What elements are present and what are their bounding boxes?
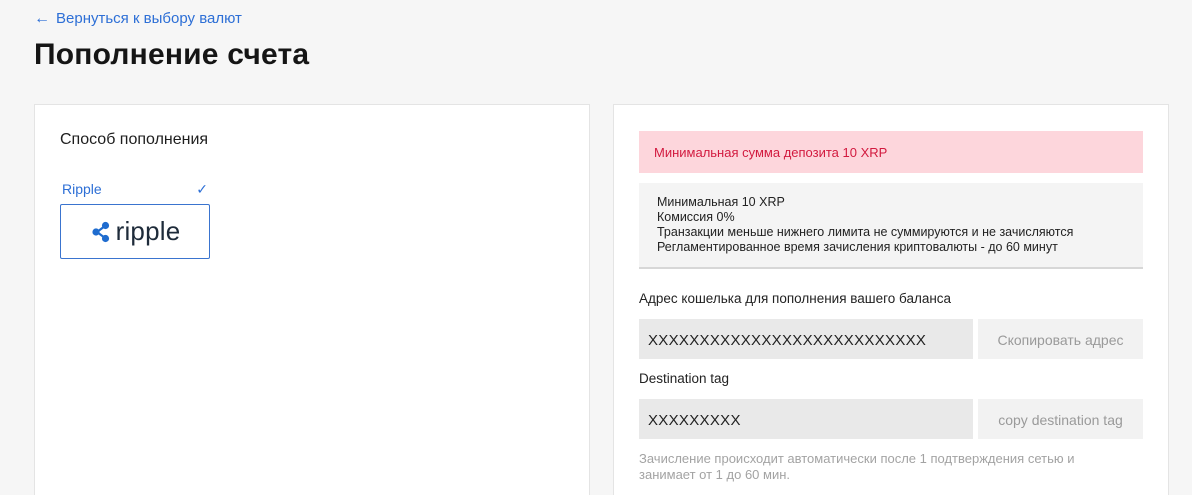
payment-method-card: Способ пополнения Ripple ✓ ripple	[34, 104, 590, 495]
minimum-deposit-alert: Минимальная сумма депозита 10 XRP	[639, 131, 1143, 173]
back-to-currencies-link[interactable]: ← Вернуться к выбору валют	[34, 10, 242, 27]
check-icon: ✓	[196, 180, 208, 197]
payment-method-title: Способ пополнения	[60, 131, 209, 148]
page-title: Пополнение счета	[34, 38, 310, 71]
info-line-time: Регламентированное время зачисления крип…	[657, 240, 1058, 254]
ripple-logo-icon	[91, 221, 109, 242]
method-option-label: Ripple	[62, 181, 102, 197]
copy-address-button[interactable]: Скопировать адрес	[978, 319, 1143, 359]
info-line-minimum: Минимальная 10 XRP	[657, 195, 785, 209]
deposit-details-card: Минимальная сумма депозита 10 XRP Минима…	[613, 104, 1169, 495]
wallet-address-value[interactable]: XXXXXXXXXXXXXXXXXXXXXXXXXXX	[639, 319, 973, 359]
payment-method-ripple[interactable]: Ripple ✓ ripple	[60, 179, 210, 259]
ripple-logo-text: ripple	[115, 216, 181, 246]
info-line-limit: Транзакции меньше нижнего лимита не сумм…	[657, 225, 1074, 239]
confirmation-note: Зачисление происходит автоматически посл…	[639, 451, 1075, 482]
copy-destination-tag-button[interactable]: copy destination tag	[978, 399, 1143, 439]
destination-tag-value[interactable]: XXXXXXXXX	[639, 399, 973, 439]
wallet-address-label: Адрес кошелька для пополнения вашего бал…	[639, 291, 952, 306]
destination-tag-label: Destination tag	[639, 371, 730, 386]
ripple-logo-button[interactable]: ripple	[60, 204, 210, 259]
deposit-info-box: Минимальная 10 XRP Комиссия 0% Транзакци…	[639, 183, 1143, 269]
info-line-commission: Комиссия 0%	[657, 210, 735, 224]
method-option-header: Ripple ✓	[60, 179, 210, 199]
arrow-left-icon: ←	[34, 9, 50, 27]
back-link-label: Вернуться к выбору валют	[56, 10, 242, 27]
